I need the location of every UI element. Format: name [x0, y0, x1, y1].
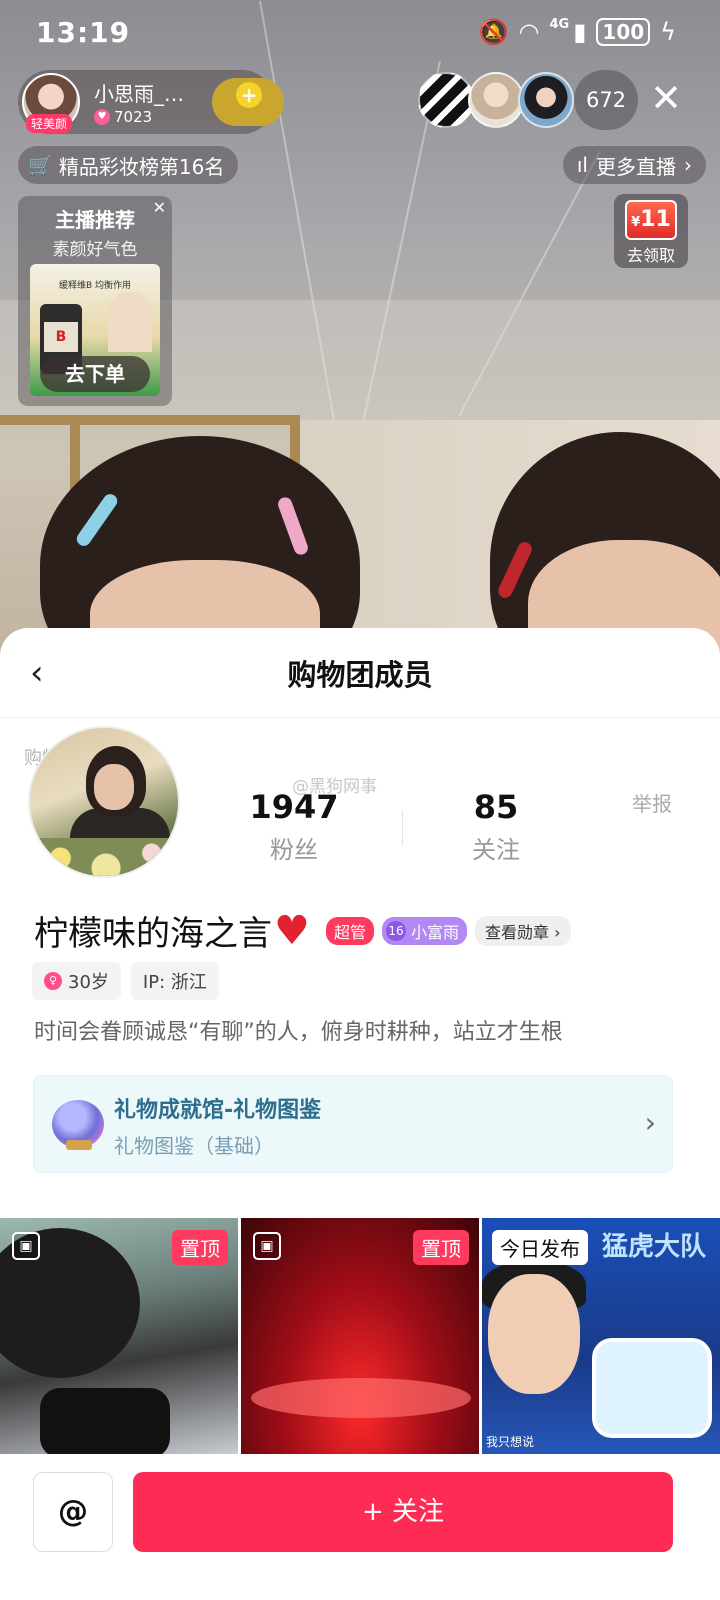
signal-icon: ▮ [573, 18, 587, 46]
age-chip: ♀ 30岁 [32, 962, 121, 1000]
mute-icon: 🔕 [478, 18, 509, 46]
gift-gallery-subtitle: 礼物图鉴（基础） [114, 1134, 274, 1158]
close-icon[interactable]: ✕ [646, 78, 686, 118]
wifi-icon: ◠ [518, 18, 540, 46]
post-thumbnail[interactable]: 猛虎大队 今日发布 我只想说 [482, 1218, 720, 1454]
close-icon[interactable]: ✕ [153, 198, 166, 217]
following-count: 85 [473, 788, 519, 826]
profile-avatar[interactable] [28, 726, 180, 878]
profile-chips: ♀ 30岁 IP: 浙江 [32, 962, 219, 1000]
place-order-button[interactable]: 去下单 [40, 356, 150, 392]
chevron-right-icon: › [644, 1106, 656, 1139]
rank-text: 精品彩妆榜第16名 [58, 154, 225, 179]
battery-level: 100 [596, 18, 651, 46]
bottom-action-bar: @ + 关注 [0, 1454, 720, 1600]
coupon-currency: ¥ [631, 215, 641, 230]
viewer-count[interactable]: 672 [574, 70, 638, 130]
join-fan-club-button[interactable] [212, 78, 284, 126]
ip-chip: IP: 浙江 [130, 962, 219, 1000]
network-type: 4G [549, 16, 570, 32]
coupon-label: 去领取 [626, 246, 675, 265]
host-likes: ♥ 7023 [94, 108, 152, 126]
rank-badge[interactable]: 🛒 精品彩妆榜第16名 [18, 146, 239, 184]
cart-icon: 🛒 [28, 153, 53, 177]
product-model [108, 292, 152, 352]
product-card-subtitle: 素颜好气色 [52, 240, 138, 260]
more-live-label: 更多直播 [596, 154, 676, 179]
member-profile-sheet: ‹ 购物团成员 购物…万人 @黑狗网事 1947 粉丝 85 关注 举报 柠檬味… [0, 628, 720, 1600]
thumbnail-art-title: 猛虎大队 [602, 1232, 707, 1262]
host-name[interactable]: 小思雨_… [94, 78, 184, 107]
fans-stat[interactable]: 1947 粉丝 [214, 788, 374, 865]
more-live-button[interactable]: ıl 更多直播 › [562, 146, 706, 184]
mention-button[interactable]: @ [33, 1472, 113, 1552]
coupon-button[interactable]: ¥11 去领取 [614, 194, 688, 268]
posts-grid: ▣ 置顶 ▣ 置顶 猛虎大队 今日发布 我只想说 [0, 1218, 720, 1454]
beauty-badge: 轻美颜 [26, 114, 73, 133]
post-thumbnail[interactable]: ▣ 置顶 [241, 1218, 479, 1454]
status-time: 13:19 [36, 16, 131, 49]
sheet-header: ‹ 购物团成员 [0, 628, 720, 718]
recommended-product-card[interactable]: 主播推荐 素颜好气色 ✕ 缓释维B 均衡作用 B 去下单 [18, 196, 172, 406]
host-like-count: 7023 [114, 108, 153, 126]
fan-club-name: 小富雨 [411, 922, 460, 942]
fans-label: 粉丝 [270, 836, 318, 864]
image-post-icon: ▣ [12, 1232, 40, 1260]
view-medals-button[interactable]: 查看勋章 › [475, 915, 571, 946]
age-text: 30岁 [68, 972, 109, 993]
bio: 时间会眷顾诚恳“有聊”的人，俯身时耕种，站立才生根 [34, 1020, 563, 1045]
product-bottle-label: B [44, 322, 78, 352]
status-icons: 🔕 ◠ 4G ▮ 100 ϟ [478, 16, 676, 46]
viewer-avatar[interactable] [468, 72, 524, 128]
coupon-amount: 11 [640, 207, 671, 232]
status-bar: 13:19 🔕 ◠ 4G ▮ 100 ϟ [0, 0, 720, 66]
pinned-tag: 置顶 [413, 1230, 469, 1265]
following-stat[interactable]: 85 关注 [416, 788, 576, 865]
gift-gallery-title: 礼物成就馆-礼物图鉴 [114, 1098, 322, 1123]
post-thumbnail[interactable]: ▣ 置顶 [0, 1218, 238, 1454]
nickname-row: 柠檬味的海之言 ♥ 超管 16 小富雨 查看勋章 › [34, 906, 571, 955]
top-viewers[interactable] [418, 72, 574, 128]
bar-chart-icon: ıl [576, 153, 588, 177]
coupon-icon: ¥11 [625, 200, 677, 240]
published-today-tag: 今日发布 [492, 1230, 588, 1265]
red-heart-icon: ♥ [274, 907, 310, 954]
thumbnail-caption: 我只想说 [486, 1435, 535, 1449]
crystal-ball-icon [52, 1100, 104, 1150]
viewer-avatar[interactable] [418, 72, 474, 128]
pinned-tag: 置顶 [172, 1230, 228, 1265]
fan-level: 16 [386, 920, 407, 941]
charging-icon: ϟ [660, 18, 676, 46]
host-info[interactable]: 轻美颜 小思雨_… ♥ 7023 [18, 70, 284, 134]
gift-gallery-card[interactable]: 礼物成就馆-礼物图鉴 礼物图鉴（基础） › [33, 1075, 673, 1173]
sheet-title: 购物团成员 [287, 658, 433, 692]
heart-icon: ♥ [94, 109, 110, 125]
super-admin-badge: 超管 [326, 916, 375, 945]
nickname: 柠檬味的海之言 [34, 914, 272, 954]
fan-club-badge[interactable]: 16 小富雨 [382, 916, 468, 945]
product-tagline: 缓释维B 均衡作用 [58, 281, 132, 291]
product-card-title: 主播推荐 [55, 208, 135, 232]
chevron-right-icon: › [684, 153, 692, 177]
report-button[interactable]: 举报 [632, 788, 672, 817]
following-label: 关注 [472, 836, 520, 864]
stat-divider [402, 810, 403, 846]
viewer-avatar[interactable] [518, 72, 574, 128]
follow-button[interactable]: + 关注 [133, 1472, 673, 1552]
fans-count: 1947 [249, 788, 339, 826]
image-post-icon: ▣ [253, 1232, 281, 1260]
female-icon: ♀ [44, 972, 62, 990]
